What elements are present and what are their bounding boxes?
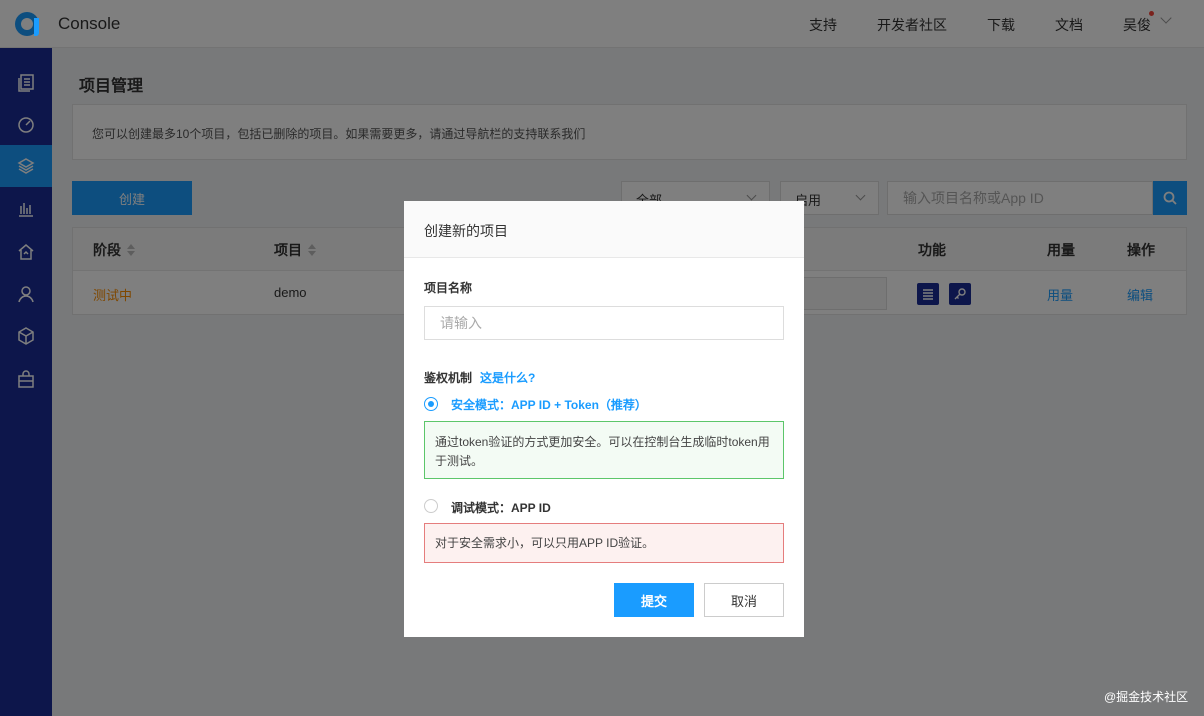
create-project-dialog: 创建新的项目 项目名称 鉴权机制 这是什么? 安全模式：APP ID + Tok… xyxy=(404,201,804,637)
project-name-label: 项目名称 xyxy=(424,279,472,296)
auth-mechanism-label: 鉴权机制 xyxy=(424,369,472,386)
submit-button[interactable]: 提交 xyxy=(614,583,694,617)
secure-mode-radio[interactable] xyxy=(424,397,438,411)
auth-help-link[interactable]: 这是什么? xyxy=(480,369,535,386)
debug-mode-radio[interactable] xyxy=(424,499,438,513)
cancel-button[interactable]: 取消 xyxy=(704,583,784,617)
secure-mode-label[interactable]: 安全模式：APP ID + Token（推荐） xyxy=(451,396,647,413)
watermark: @掘金技术社区 xyxy=(1104,688,1188,705)
debug-mode-description: 对于安全需求小，可以只用APP ID验证。 xyxy=(424,523,784,563)
dialog-title: 创建新的项目 xyxy=(404,201,804,258)
secure-mode-description: 通过token验证的方式更加安全。可以在控制台生成临时token用于测试。 xyxy=(424,421,784,479)
project-name-input[interactable] xyxy=(424,306,784,340)
debug-mode-label[interactable]: 调试模式：APP ID xyxy=(451,499,551,516)
